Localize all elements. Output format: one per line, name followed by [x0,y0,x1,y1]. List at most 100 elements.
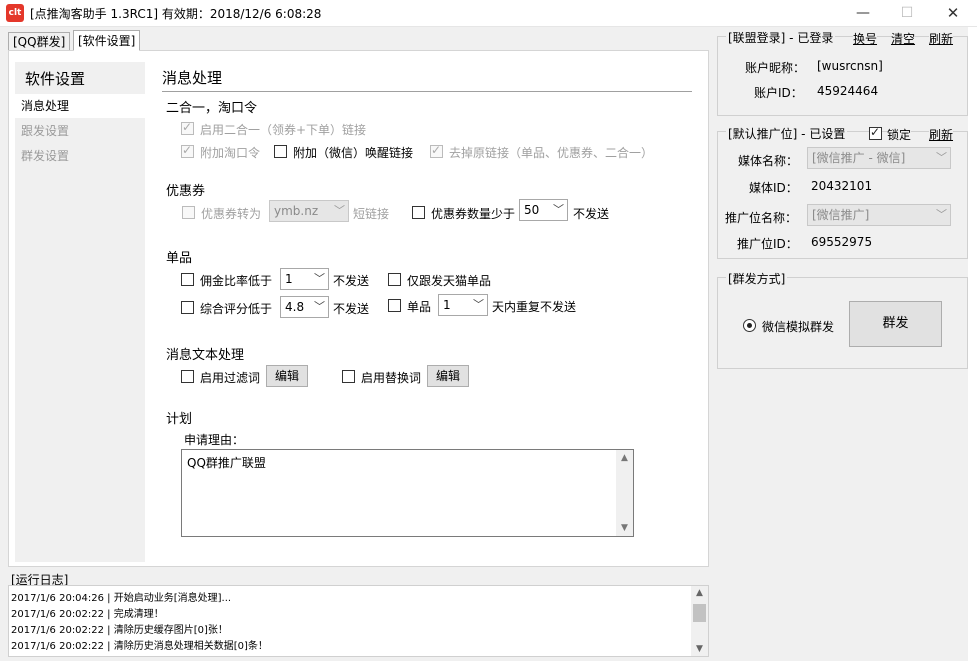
window-edge [968,27,977,661]
single-item-label: 单品 [407,300,432,314]
replace-words-label: 启用替换词 [361,371,422,385]
media-id-value: 20432101 [811,179,873,193]
sidebar-item-message-processing[interactable]: 消息处理 [15,94,145,118]
account-id-value: 45924464 [817,84,879,98]
tmall-only-checkbox[interactable] [388,273,401,286]
coupon-convert-checkbox [182,206,195,219]
coupon-convert-label: 优惠券转为 [201,207,262,221]
clear-link[interactable]: 清空 [891,30,916,47]
sidebar-title: 软件设置 [25,70,86,88]
alliance-login-title: [联盟登录] - 已登录 [726,29,836,46]
log-line: 2017/1/6 20:02:22 | 完成清理！ [11,609,164,620]
remove-original-checkbox [430,143,443,158]
replace-words-checkbox[interactable] [342,370,355,383]
media-name-value: [微信推广 - 微信] [812,151,906,165]
scroll-up-icon[interactable]: ▲ [616,453,633,463]
wechat-simulate-radio[interactable] [743,319,756,332]
coupon-group-title: 优惠券 [166,184,206,199]
short-link-label: 短链接 [353,207,390,221]
log-list[interactable]: 2017/1/6 20:04:26 | 开始启动业务[消息处理]... 2017… [8,585,709,657]
rating-suffix: 不发送 [333,302,370,316]
window-title: [点推淘客助手 1.3RC1] 有效期：2018/12/6 6:08:28 [30,7,322,21]
maximize-button[interactable]: ☐ [884,0,930,27]
edit-filter-button[interactable]: 编辑 [266,365,308,387]
default-promo-title: [默认推广位] - 已设置 [726,125,848,142]
merge-group-title: 二合一，淘口令 [166,101,258,116]
enable-merge-checkbox [181,120,194,135]
commission-suffix: 不发送 [333,274,370,288]
switch-account-link[interactable]: 换号 [853,30,878,47]
tmall-only-label: 仅跟发天猫单品 [407,274,492,288]
reason-textarea[interactable]: QQ群推广联盟 ▲ ▼ [181,449,634,537]
rating-select[interactable]: 4.8 ﹀ [280,296,329,318]
lock-label: 锁定 [887,126,912,143]
close-button[interactable]: ✕ [930,0,976,27]
lock-checkbox[interactable] [869,125,882,140]
section-title: 消息处理 [162,69,223,87]
filter-words-checkbox[interactable] [181,370,194,383]
coupon-count-value: 50 [524,203,540,217]
app-logo-icon: clt [6,4,24,22]
broadcast-button[interactable]: 群发 [849,301,942,347]
chevron-down-icon: ﹀ [314,272,325,285]
dedupe-checkbox[interactable] [388,299,401,312]
sidebar-item-broadcast-settings[interactable]: 群发设置 [15,144,145,168]
coupon-count-label: 优惠券数量少于 [431,207,516,221]
position-id-label: 推广位ID： [737,237,798,251]
settings-sidebar: 软件设置 消息处理 跟发设置 群发设置 [15,62,145,562]
position-id-value: 69552975 [811,235,873,249]
media-id-label: 媒体ID： [749,181,798,195]
broadcast-mode-title: [群发方式] [726,270,788,287]
tab-qq-broadcast[interactable]: [QQ群发] [8,32,71,51]
scroll-down-icon[interactable]: ▼ [616,523,633,533]
coupon-count-select[interactable]: 50 ﹀ [519,199,568,221]
commission-label: 佣金比率低于 [200,274,273,288]
reason-text: QQ群推广联盟 [187,456,266,470]
coupon-not-send-label: 不发送 [573,207,610,221]
short-domain-select: ymb.nz ﹀ [269,200,349,222]
nickname-label: 账户昵称： [745,61,806,75]
position-name-select: [微信推广] ﹀ [807,204,951,226]
text-processing-title: 消息文本处理 [166,348,245,363]
wechat-simulate-label: 微信模拟群发 [762,320,835,334]
coupon-count-checkbox[interactable] [412,206,425,219]
alliance-refresh-link[interactable]: 刷新 [929,30,954,47]
commission-select[interactable]: 1 ﹀ [280,268,329,290]
reason-label: 申请理由： [184,433,245,447]
log-scrollbar[interactable]: ▲ ▼ [691,586,708,656]
plan-title: 计划 [166,412,193,427]
alliance-login-frame [717,36,968,116]
wechat-wake-checkbox[interactable] [274,145,287,158]
chevron-down-icon: ﹀ [936,208,947,221]
enable-merge-label: 启用二合一（领券+下单）链接 [200,123,367,137]
days-value: 1 [443,298,451,312]
scroll-thumb[interactable] [693,604,706,622]
chevron-down-icon: ﹀ [334,204,345,217]
media-name-select: [微信推广 - 微信] ﹀ [807,147,951,169]
log-line: 2017/1/6 20:02:22 | 清除历史消息处理相关数据[0]条！ [11,641,268,652]
edit-replace-button[interactable]: 编辑 [427,365,469,387]
account-id-label: 账户ID： [754,86,803,100]
tab-software-settings[interactable]: [软件设置] [73,30,141,51]
section-divider [162,91,692,92]
attach-tkl-label: 附加淘口令 [200,146,261,160]
days-suffix: 天内重复不发送 [492,300,577,314]
reason-scrollbar[interactable]: ▲ ▼ [616,450,633,536]
position-name-label: 推广位名称： [725,211,798,225]
nickname-value: [wusrcnsn] [817,59,883,73]
days-select[interactable]: 1 ﹀ [438,294,488,316]
chevron-down-icon: ﹀ [553,203,564,216]
promo-refresh-link[interactable]: 刷新 [929,126,954,143]
rating-checkbox[interactable] [181,301,194,314]
wechat-wake-label: 附加（微信）唤醒链接 [293,146,414,160]
commission-checkbox[interactable] [181,273,194,286]
log-line: 2017/1/6 20:02:22 | 清除历史缓存图片[0]张！ [11,625,228,636]
minimize-button[interactable]: — [840,0,886,27]
commission-value: 1 [285,272,293,286]
scroll-up-icon[interactable]: ▲ [691,588,708,598]
title-bar: clt [点推淘客助手 1.3RC1] 有效期：2018/12/6 6:08:2… [0,0,977,27]
position-name-value: [微信推广] [812,208,870,222]
scroll-down-icon[interactable]: ▼ [691,644,708,654]
chevron-down-icon: ﹀ [473,298,484,311]
sidebar-item-follow-settings[interactable]: 跟发设置 [15,119,145,143]
